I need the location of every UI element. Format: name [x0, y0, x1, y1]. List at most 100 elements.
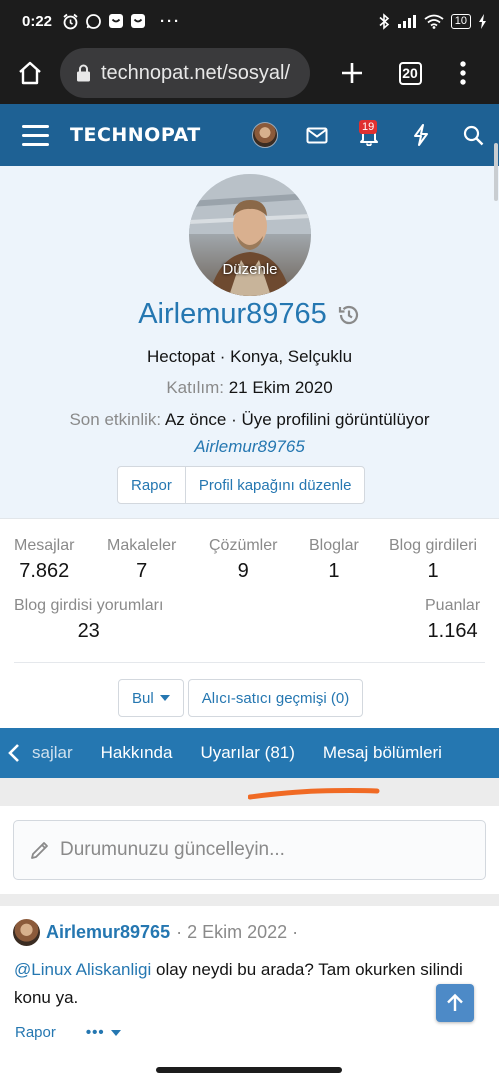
pencil-icon: [31, 842, 48, 859]
section-gap: [0, 894, 499, 906]
stat-messages[interactable]: Mesajlar 7.862: [14, 537, 74, 583]
envelope-icon: [306, 127, 328, 143]
stat-points[interactable]: Puanlar 1.164: [425, 597, 480, 643]
profile-avatar[interactable]: Düzenle: [189, 174, 311, 296]
alarm-icon: [62, 13, 79, 30]
viewing-user-link[interactable]: Airlemur89765: [0, 437, 499, 457]
lightning-icon: [414, 124, 428, 146]
more-notifications-icon: ···: [160, 12, 182, 30]
avatar: [252, 122, 278, 148]
last-activity-value: Az önce · Üye profilini görüntülüyor: [164, 410, 430, 429]
kebab-menu-icon: [460, 61, 466, 85]
tab-messages[interactable]: sajlar: [28, 743, 87, 763]
search-button[interactable]: [447, 104, 499, 166]
status-update-panel: Durumunuzu güncelleyin...: [0, 806, 499, 894]
stat-articles[interactable]: Makaleler 7: [107, 537, 176, 583]
profile-header: Düzenle Airlemur89765 Hectopat · Konya, …: [0, 166, 499, 518]
site-logo[interactable]: TECHNOPAT: [70, 124, 201, 146]
ellipsis-icon: •••: [85, 1024, 105, 1041]
inbox-button[interactable]: [291, 104, 343, 166]
tab-warnings[interactable]: Uyarılar (81): [186, 743, 308, 763]
post-body: @Linux Aliskanligi olay neydi bu arada? …: [14, 956, 474, 1012]
post-more-menu[interactable]: •••: [86, 1024, 121, 1041]
status-update-placeholder: Durumunuzu güncelleyin...: [60, 839, 285, 860]
plus-icon: [342, 63, 362, 83]
avatar[interactable]: [13, 919, 40, 946]
avatar-edit-label[interactable]: Düzenle: [189, 261, 311, 278]
stat-value: 7: [136, 560, 148, 582]
last-activity-label: Son etkinlik:: [69, 410, 162, 429]
stat-value: 1: [328, 560, 340, 582]
profile-actions: Rapor Profil kapağını düzenle: [117, 466, 366, 504]
orange-underline-annotation: [248, 788, 380, 800]
new-tab-button[interactable]: [322, 42, 382, 104]
app-notification-icon: [130, 13, 146, 29]
status-update-input[interactable]: Durumunuzu güncelleyin...: [13, 820, 486, 880]
post-report-link[interactable]: Rapor: [15, 1024, 56, 1041]
alerts-button[interactable]: 19: [343, 104, 395, 166]
search-icon: [463, 125, 483, 145]
stat-value: 1.164: [427, 620, 478, 642]
caret-down-icon: [159, 695, 170, 701]
stat-value: 7.862: [19, 560, 70, 582]
browser-toolbar: technopat.net/sosyal/ 20: [0, 42, 499, 104]
battery-level: 10: [454, 15, 467, 27]
gesture-handle[interactable]: [156, 1067, 342, 1073]
joined-label: Katılım:: [166, 378, 224, 397]
stat-label: Mesajlar: [14, 537, 75, 554]
url-text: technopat.net/sosyal/: [101, 61, 291, 84]
page-scrollbar[interactable]: [494, 143, 498, 201]
scroll-to-top-button[interactable]: [436, 984, 474, 1022]
charging-icon: [478, 13, 487, 29]
stat-blog-comments[interactable]: Blog girdisi yorumları 23: [14, 597, 163, 643]
bluetooth-icon: [378, 12, 390, 30]
stat-value: 1: [427, 560, 439, 582]
stat-solutions[interactable]: Çözümler 9: [209, 537, 277, 583]
android-status-bar: 0:22 ··· 10: [0, 0, 499, 42]
whats-new-button[interactable]: [395, 104, 447, 166]
tabs-scroll-left-button[interactable]: [0, 728, 28, 778]
history-icon[interactable]: [337, 303, 361, 327]
joined-value: 21 Ekim 2020: [228, 378, 333, 397]
divider: [14, 662, 485, 663]
joined-date: Katılım: 21 Ekim 2020: [0, 378, 499, 398]
caret-down-icon: [110, 1029, 121, 1036]
lock-icon: [76, 64, 91, 82]
find-dropdown-button[interactable]: Bul: [118, 679, 184, 717]
post-author[interactable]: Airlemur89765: [46, 922, 170, 943]
user-title-location: Hectopat · Konya, Selçuklu: [146, 347, 353, 366]
stat-blog-entries[interactable]: Blog girdileri 1: [389, 537, 477, 583]
tab-switcher-button[interactable]: 20: [382, 42, 438, 104]
tab-message-sections[interactable]: Mesaj bölümleri: [309, 743, 456, 763]
edit-cover-button[interactable]: Profil kapağını düzenle: [184, 467, 365, 503]
stat-value: 9: [237, 560, 249, 582]
last-activity: Son etkinlik: Az önce · Üye profilini gö…: [0, 410, 499, 430]
stat-label: Blog girdisi yorumları: [14, 597, 164, 614]
user-mention-link[interactable]: @Linux Aliskanligi: [14, 960, 151, 979]
post-date[interactable]: · 2 Ekim 2022 ·: [176, 922, 298, 943]
browser-menu-button[interactable]: [438, 42, 488, 104]
home-button[interactable]: [0, 42, 60, 104]
trade-history-button[interactable]: Alıcı-satıcı geçmişi (0): [187, 679, 364, 717]
report-button[interactable]: Rapor: [118, 467, 185, 503]
stat-label: Puanlar: [425, 597, 481, 614]
profile-tabs: sajlar Hakkında Uyarılar (81) Mesaj bölü…: [0, 728, 499, 778]
arrow-up-icon: [447, 993, 463, 1011]
stat-label: Çözümler: [209, 537, 278, 554]
stat-label: Blog girdileri: [389, 537, 478, 554]
url-bar[interactable]: technopat.net/sosyal/: [60, 48, 310, 98]
tab-count: 20: [398, 61, 422, 85]
account-button[interactable]: [239, 104, 291, 166]
find-label: Bul: [132, 689, 154, 707]
menu-button[interactable]: [0, 104, 70, 166]
stat-label: Bloglar: [309, 537, 359, 554]
stat-label: Makaleler: [107, 537, 177, 554]
site-header: TECHNOPAT 19: [0, 104, 499, 166]
stat-value: 23: [77, 620, 100, 642]
battery-icon: 10: [450, 13, 471, 29]
tab-about[interactable]: Hakkında: [87, 743, 187, 763]
stat-blogs[interactable]: Bloglar 1: [309, 537, 359, 583]
profile-stats: Mesajlar 7.862 Makaleler 7 Çözümler 9 Bl…: [0, 518, 499, 728]
profile-username: Airlemur89765: [138, 298, 327, 330]
whatsapp-icon: [85, 13, 102, 30]
